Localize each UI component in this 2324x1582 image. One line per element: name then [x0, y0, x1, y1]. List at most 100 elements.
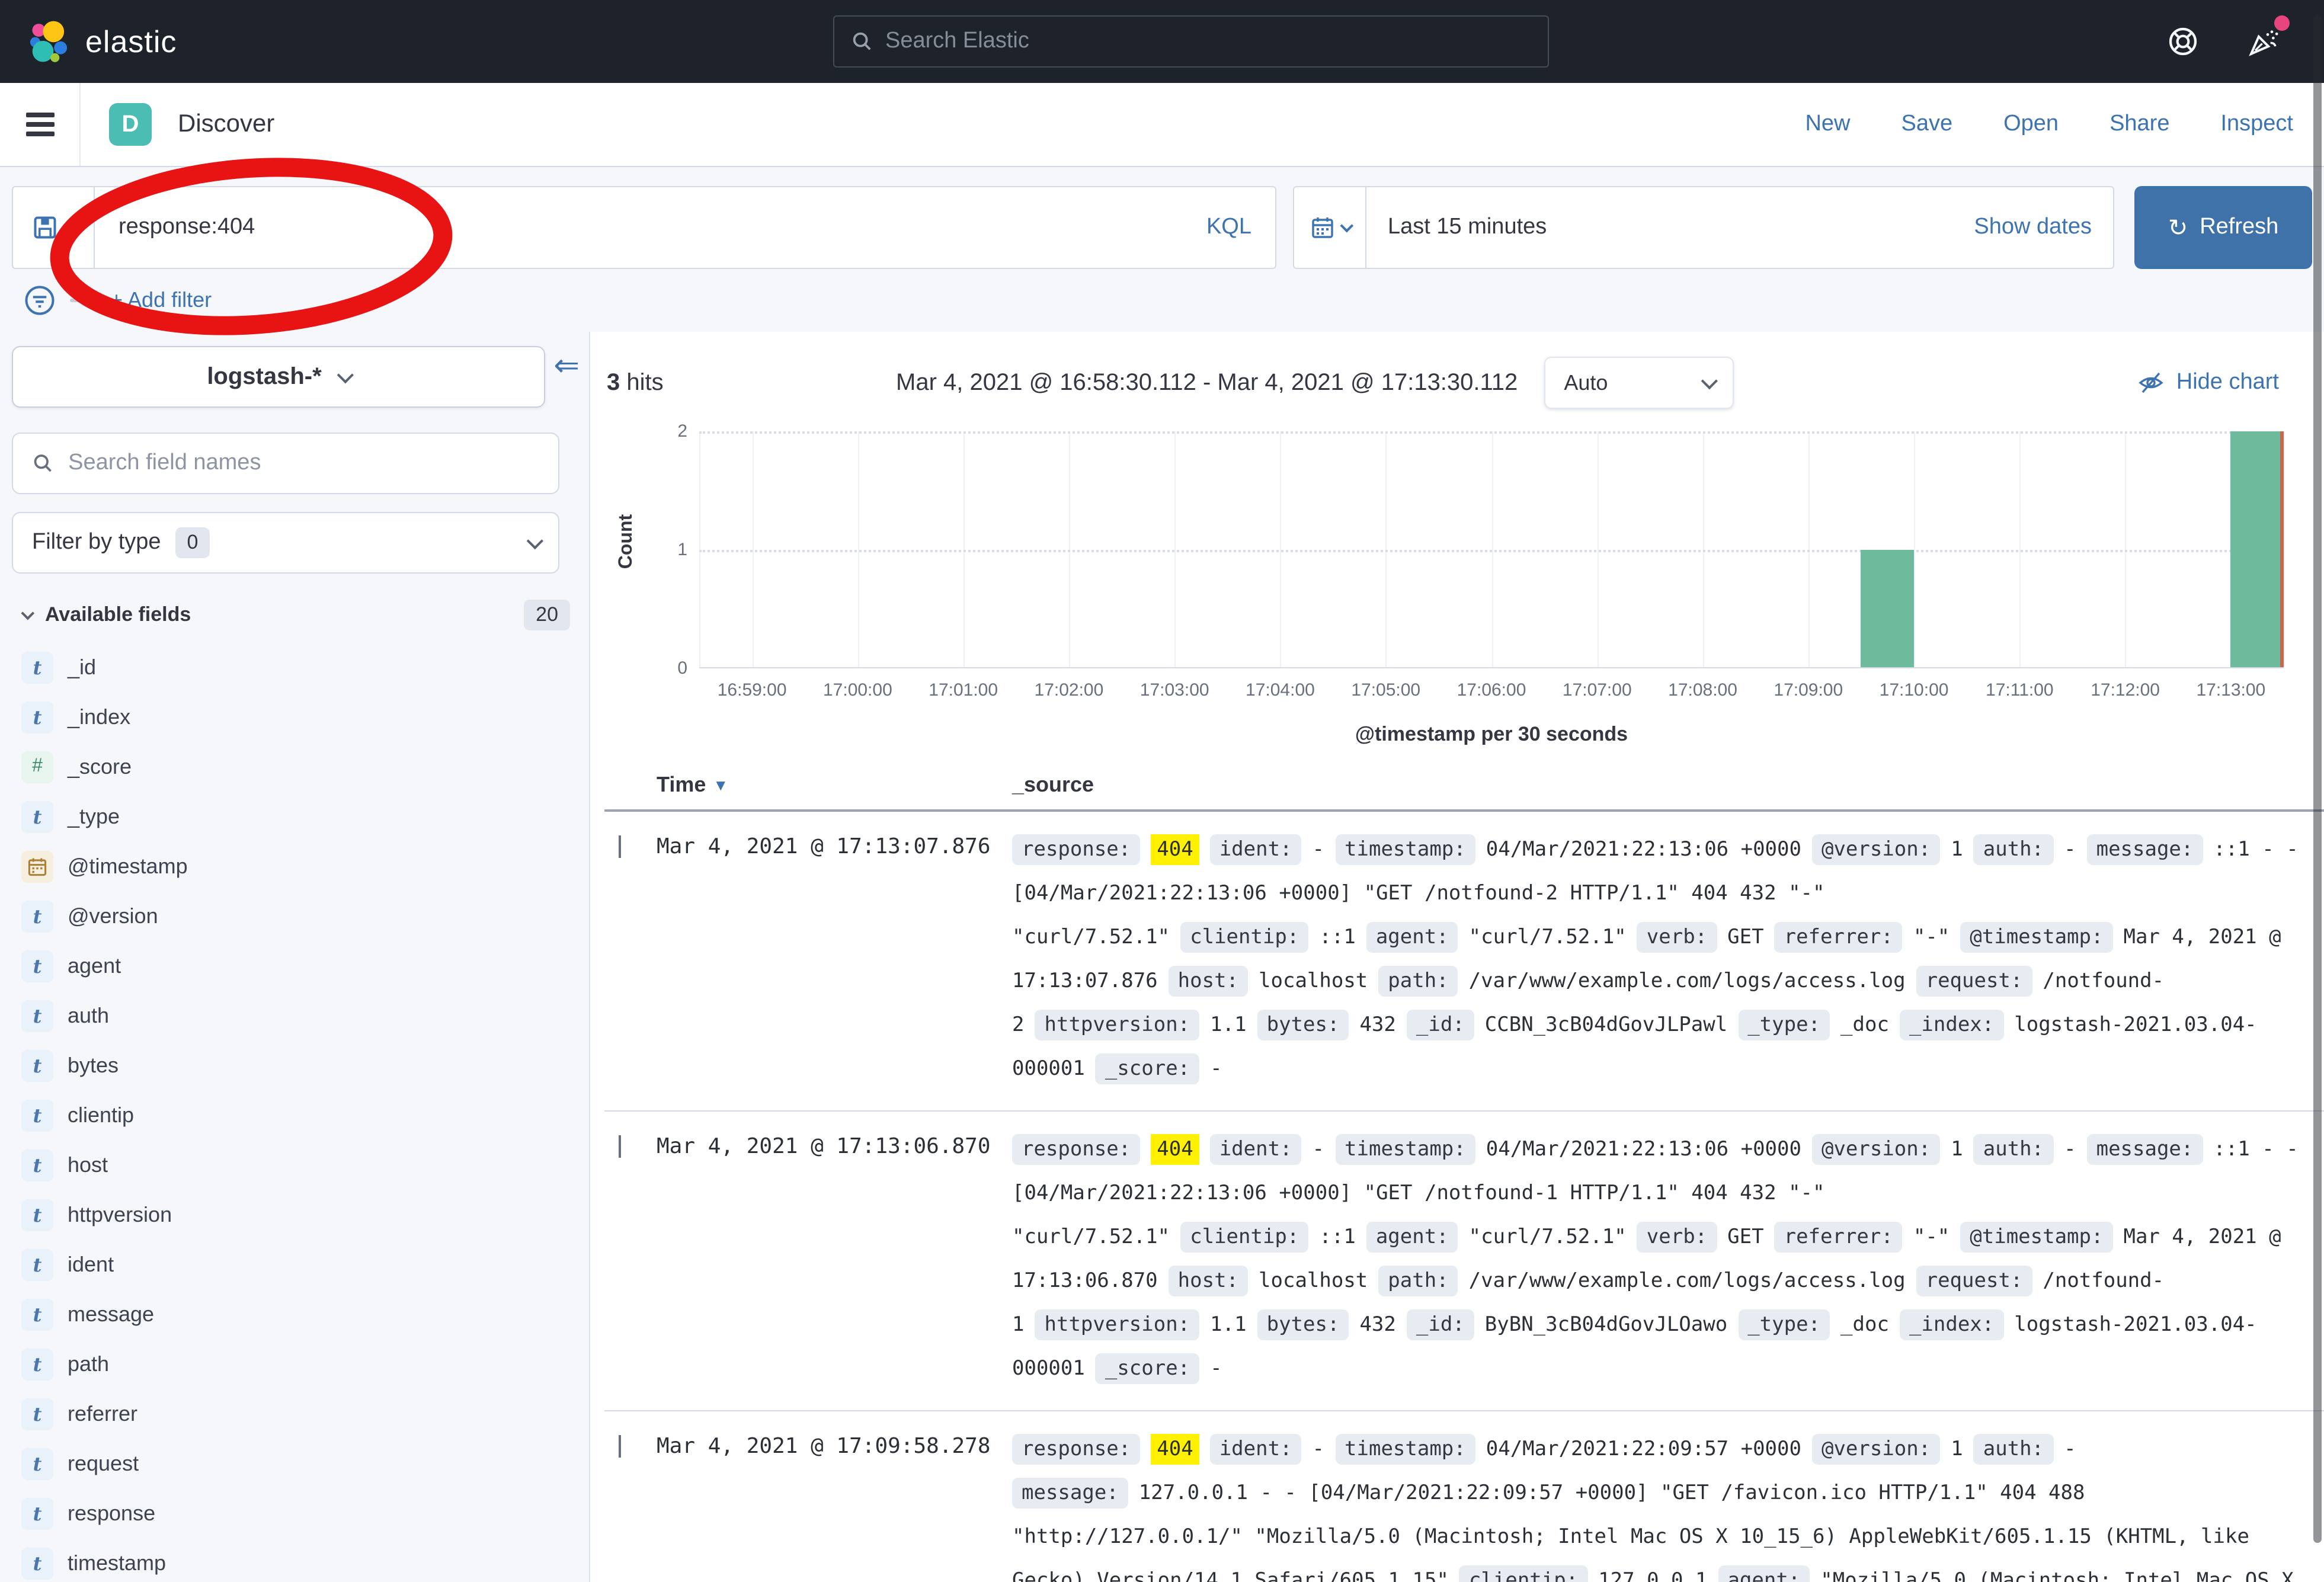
doc-rows: Mar 4, 2021 @ 17:13:07.876response:404id… — [604, 812, 2324, 1582]
expand-row-button[interactable] — [604, 1112, 657, 1410]
field-name-pill: @version: — [1812, 1434, 1940, 1465]
elastic-logo[interactable]: elastic — [26, 19, 177, 64]
action-share-link[interactable]: Share — [2109, 111, 2169, 137]
field-item-response[interactable]: tresponse — [21, 1488, 572, 1538]
action-open-link[interactable]: Open — [2003, 111, 2059, 137]
source-column-header: _source — [1012, 773, 2324, 798]
app-badge[interactable]: D — [109, 103, 152, 146]
field-item-timestamp[interactable]: @timestamp — [21, 841, 572, 891]
available-fields-count-badge: 20 — [524, 600, 570, 630]
field-value: _doc — [1840, 1013, 1889, 1037]
field-name-pill: @timestamp: — [1960, 1222, 2112, 1253]
field-search-input[interactable] — [68, 450, 539, 476]
field-item-index[interactable]: t_index — [21, 692, 572, 742]
query-input[interactable]: response:404 KQL — [95, 186, 1276, 269]
field-item-id[interactable]: t_id — [21, 642, 572, 692]
show-dates-link[interactable]: Show dates — [1974, 214, 2092, 241]
field-name-pill: host: — [1169, 966, 1248, 997]
index-pattern-selector[interactable]: logstash-* — [12, 346, 545, 408]
sort-desc-icon: ▼ — [713, 776, 728, 794]
field-name-pill: referrer: — [1775, 1222, 1903, 1253]
hide-chart-button[interactable]: Hide chart — [2137, 369, 2279, 397]
time-column-header[interactable]: Time ▼ — [657, 773, 1012, 798]
filter-by-type-dropdown[interactable]: Filter by type 0 — [12, 512, 559, 574]
chevron-right-icon — [619, 1435, 621, 1458]
query-language-button[interactable]: KQL — [1206, 214, 1251, 241]
query-bar-section: response:404 KQL Last 15 minut — [0, 167, 2324, 332]
newsfeed-button[interactable] — [2246, 24, 2281, 59]
field-search[interactable] — [12, 433, 559, 494]
action-new-link[interactable]: New — [1805, 111, 1850, 137]
doc-source: response:404ident:-timestamp:04/Mar/2021… — [1012, 812, 2324, 1110]
action-inspect-link[interactable]: Inspect — [2220, 111, 2293, 137]
add-filter-button[interactable]: + Add filter — [110, 288, 212, 313]
documents-table: Time ▼ _source Mar 4, 2021 @ 17:13:07.87… — [604, 773, 2324, 1582]
global-search-input[interactable] — [885, 28, 1531, 55]
text-type-icon: t — [21, 1398, 53, 1430]
field-name-pill: referrer: — [1775, 922, 1903, 953]
doc-source: response:404ident:-timestamp:04/Mar/2021… — [1012, 1411, 2324, 1582]
filter-icon[interactable] — [24, 284, 56, 316]
field-item-message[interactable]: tmessage — [21, 1289, 572, 1339]
field-name-pill: verb: — [1637, 1222, 1717, 1253]
field-item-httpversion[interactable]: thttpversion — [21, 1190, 572, 1240]
field-value: localhost — [1259, 1269, 1368, 1293]
field-item-ident[interactable]: tident — [21, 1240, 572, 1289]
field-item-timestamp[interactable]: ttimestamp — [21, 1538, 572, 1582]
available-fields-header[interactable]: Available fields 20 — [12, 600, 572, 630]
field-item-request[interactable]: trequest — [21, 1439, 572, 1488]
refresh-button[interactable]: ↻ Refresh — [2134, 186, 2312, 269]
field-value: 127.0.0.1 — [1598, 1569, 1707, 1582]
field-value: ::1 — [1319, 925, 1355, 949]
field-item-referrer[interactable]: treferrer — [21, 1389, 572, 1439]
x-tick-label: 16:59:00 — [718, 680, 787, 700]
field-item-host[interactable]: thost — [21, 1140, 572, 1190]
field-item-auth[interactable]: tauth — [21, 991, 572, 1040]
collapse-sidebar-icon[interactable]: ⇐ — [553, 348, 580, 384]
window-scrollbar[interactable] — [2313, 14, 2322, 1543]
help-button[interactable] — [2165, 24, 2201, 59]
field-item-version[interactable]: t@version — [21, 891, 572, 941]
date-picker-quick-menu[interactable] — [1293, 186, 1366, 269]
chevron-down-icon — [337, 367, 354, 383]
histogram-bar[interactable] — [1861, 549, 1914, 667]
x-tick-label: 17:11:00 — [1986, 680, 2054, 700]
party-popper-icon — [2247, 25, 2280, 58]
expand-row-button[interactable] — [604, 1411, 657, 1582]
field-item-path[interactable]: tpath — [21, 1339, 572, 1389]
field-value: 127.0.0.1 - - [04/Mar/2021:22:09:57 +000… — [1012, 1481, 2249, 1582]
x-tick-label: 17:13:00 — [2196, 680, 2265, 700]
global-search[interactable] — [833, 15, 1549, 68]
saved-query-icon — [32, 214, 58, 241]
field-item-bytes[interactable]: tbytes — [21, 1040, 572, 1090]
action-save-link[interactable]: Save — [1901, 111, 1952, 137]
search-icon — [32, 451, 54, 475]
expand-row-button[interactable] — [604, 812, 657, 1110]
time-range-button[interactable]: Last 15 minutes Show dates — [1366, 186, 2114, 269]
field-item-type[interactable]: t_type — [21, 792, 572, 841]
brand-name: elastic — [85, 23, 177, 60]
field-value: /var/www/example.com/logs/access.log — [1469, 1269, 1906, 1293]
interval-select[interactable]: Auto — [1544, 357, 1733, 409]
field-name-pill: agent: — [1718, 1565, 1810, 1582]
x-tick-label: 17:09:00 — [1774, 680, 1843, 700]
histogram-bar[interactable] — [2231, 431, 2284, 667]
field-item-clientip[interactable]: tclientip — [21, 1090, 572, 1140]
field-name-pill: @version: — [1812, 1134, 1940, 1165]
notification-dot — [2274, 15, 2290, 31]
field-name-pill: verb: — [1637, 922, 1717, 953]
field-item-agent[interactable]: tagent — [21, 941, 572, 991]
field-name: bytes — [68, 1053, 119, 1078]
chart-plot — [699, 431, 2284, 668]
field-name-pill: path: — [1378, 966, 1458, 997]
field-name-pill: ident: — [1210, 1434, 1302, 1465]
saved-query-menu-button[interactable] — [12, 186, 95, 269]
x-tick-label: 17:02:00 — [1035, 680, 1104, 700]
nav-menu-button[interactable] — [0, 83, 81, 166]
field-value: 1.1 — [1210, 1313, 1246, 1337]
field-name: ident — [68, 1252, 114, 1277]
highlighted-value: 404 — [1151, 1434, 1199, 1465]
date-picker: Last 15 minutes Show dates — [1293, 186, 2114, 269]
field-name-pill: response: — [1012, 1434, 1140, 1465]
field-item-score[interactable]: #_score — [21, 742, 572, 792]
